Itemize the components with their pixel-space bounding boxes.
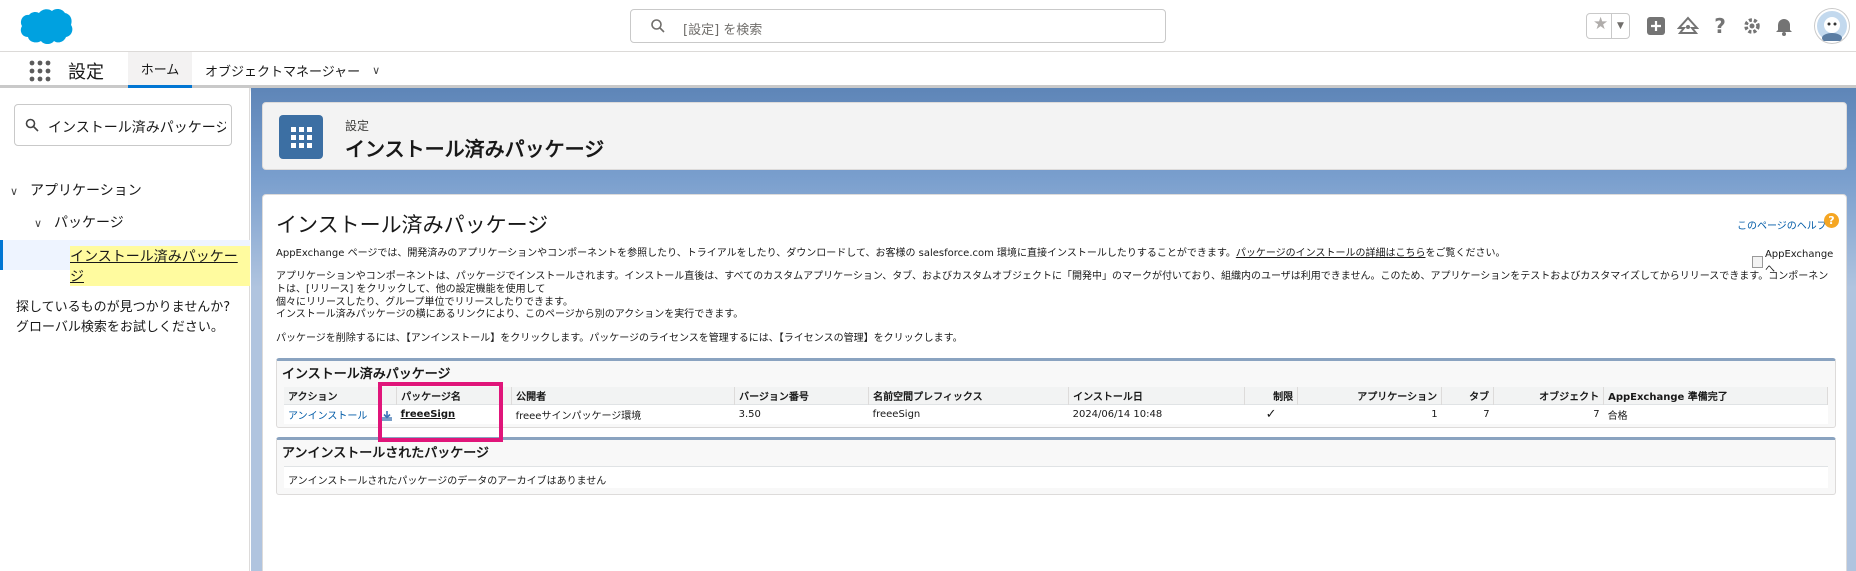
header-utilities: ★ ▼ ? xyxy=(1586,9,1856,43)
chevron-down-icon[interactable]: ∨ xyxy=(372,64,380,77)
global-actions-plus-icon[interactable] xyxy=(1644,9,1668,43)
favorites-button[interactable]: ★ ▼ xyxy=(1586,13,1630,39)
global-search-input[interactable]: [設定] を検索 xyxy=(630,9,1166,43)
components-paragraph-line1: アプリケーションやコンポーネントは、パッケージでインストールされます。インストー… xyxy=(276,271,1829,295)
setup-gear-icon[interactable] xyxy=(1740,9,1764,43)
highlight-box xyxy=(378,382,503,442)
avatar-image[interactable] xyxy=(1815,9,1849,43)
namespace-cell: freeeSign xyxy=(868,403,1069,424)
tree-item-packages-label: パッケージ xyxy=(54,215,124,231)
installed-packages-panel: インストール済みパッケージ アクション パッケージ名 公開者 バージョン番号 名… xyxy=(276,358,1836,428)
version-cell: 3.50 xyxy=(734,403,869,424)
trailhead-icon[interactable] xyxy=(1676,9,1700,43)
restricted-check-icon: ✓ xyxy=(1244,403,1298,424)
search-icon xyxy=(25,118,39,132)
apps-cell: 1 xyxy=(1297,403,1442,424)
app-nav-bar: 設定 ホーム オブジェクトマネージャー ∨ xyxy=(0,52,1856,88)
sidebar-help-text: 探しているものが見つかりませんか? グローバル検索をお試しください。 xyxy=(16,298,230,338)
help-icon[interactable]: ? xyxy=(1824,213,1839,228)
salesforce-logo[interactable] xyxy=(14,8,74,46)
uninstall-paragraph: パッケージを削除するには、【アンインストール】をクリックします。パッケージのライ… xyxy=(276,333,963,344)
publisher-cell: freeeサインパッケージ環境 xyxy=(511,403,735,424)
user-avatar[interactable] xyxy=(1814,9,1850,43)
installed-packages-table: アクション パッケージ名 公開者 バージョン番号 名前空間プレフィックス インス… xyxy=(284,387,1828,424)
objects-cell: 7 xyxy=(1493,403,1604,424)
chevron-down-icon[interactable]: ∨ xyxy=(34,217,48,230)
global-header: [設定] を検索 ★ ▼ ? xyxy=(0,0,1856,52)
broken-image-icon xyxy=(1752,256,1763,268)
tab-object-manager[interactable]: オブジェクトマネージャー ∨ xyxy=(205,52,380,88)
setup-sidebar: インストール済みパッケージ ∨ アプリケーション ∨ パッケージ インストール済みパ… xyxy=(0,88,250,571)
tree-item-applications-label: アプリケーション xyxy=(30,183,142,199)
quick-find-value: インストール済みパッケージ xyxy=(48,120,226,136)
app-launcher-icon[interactable] xyxy=(29,60,51,82)
favorites-star-icon[interactable]: ★ xyxy=(1593,14,1608,34)
page-title: インストール済みパッケージ xyxy=(345,137,605,161)
intro-paragraph: AppExchange ページでは、開発済みのアプリケーションやコンポーネントを… xyxy=(276,247,1836,260)
uninstalled-packages-panel: アンインストールされたパッケージ アンインストールされたパッケージのデータのアー… xyxy=(276,437,1836,495)
sidebar-help-line2: グローバル検索をお試しください。 xyxy=(16,320,224,335)
quick-find-input[interactable]: インストール済みパッケージ xyxy=(14,104,232,146)
col-header-apps: アプリケーション xyxy=(1297,387,1443,404)
col-header-namespace: 名前空間プレフィックス xyxy=(868,387,1070,404)
col-header-objects: オブジェクト xyxy=(1493,387,1605,404)
intro-text: AppExchange ページでは、開発済みのアプリケーションやコンポーネントを… xyxy=(276,248,1236,259)
notifications-bell-icon[interactable] xyxy=(1772,9,1796,43)
breadcrumb[interactable]: 設定 xyxy=(345,117,369,134)
selection-indicator xyxy=(0,240,3,270)
tree-item-packages[interactable]: ∨ パッケージ xyxy=(34,212,124,232)
table-header-row: アクション パッケージ名 公開者 バージョン番号 名前空間プレフィックス インス… xyxy=(284,387,1828,404)
appexchange-ready-cell: 合格 xyxy=(1603,403,1828,424)
sidebar-help-line1: 探しているものが見つかりませんか? xyxy=(16,300,231,315)
intro-suffix: をご覧ください。 xyxy=(1425,248,1506,259)
empty-message: アンインストールされたパッケージのデータのアーカイブはありません xyxy=(284,466,1828,488)
components-paragraph: アプリケーションやコンポーネントは、パッケージでインストールされます。インストー… xyxy=(276,270,1836,309)
uninstalled-panel-title: アンインストールされたパッケージ xyxy=(282,446,489,461)
main-content-area: 設定 インストール済みパッケージ インストール済みパッケージ このページのヘルプ… xyxy=(251,88,1856,571)
tree-item-installed-packages-label: インストール済みパッケージ xyxy=(70,246,250,286)
col-header-publisher: 公開者 xyxy=(511,387,736,404)
tree-item-applications[interactable]: ∨ アプリケーション xyxy=(10,180,142,200)
actions-paragraph: インストール済みパッケージの横にあるリンクにより、このページから別のアクションを… xyxy=(276,309,744,320)
col-header-tabs: タブ xyxy=(1441,387,1495,404)
help-link[interactable]: このページのヘルプ xyxy=(1737,217,1827,232)
col-header-version: バージョン番号 xyxy=(734,387,870,404)
col-header-restricted: 制限 xyxy=(1244,387,1299,404)
help-icon[interactable]: ? xyxy=(1708,9,1732,43)
search-placeholder: [設定] を検索 xyxy=(683,23,763,38)
tree-item-installed-packages[interactable]: インストール済みパッケージ xyxy=(0,240,250,286)
tab-object-manager-label: オブジェクトマネージャー xyxy=(205,64,361,80)
install-details-link[interactable]: パッケージのインストールの詳細はこちら xyxy=(1236,248,1426,259)
page-header: 設定 インストール済みパッケージ xyxy=(262,102,1847,170)
col-header-install-date: インストール日 xyxy=(1068,387,1246,404)
app-name: 設定 xyxy=(68,62,104,83)
chevron-down-icon[interactable]: ∨ xyxy=(10,185,24,198)
tabs-cell: 7 xyxy=(1441,403,1494,424)
installed-panel-title: インストール済みパッケージ xyxy=(282,367,451,382)
favorites-dropdown-icon[interactable]: ▼ xyxy=(1611,14,1629,38)
table-row: アンインストール freeeSign freeeサインパッケージ環境 3.50 … xyxy=(284,403,1828,424)
install-date-cell: 2024/06/14 10:48 xyxy=(1068,403,1245,424)
uninstall-link[interactable]: アンインストール xyxy=(288,411,367,422)
col-header-appexchange-ready: AppExchange 準備完了 xyxy=(1603,387,1828,404)
tab-home[interactable]: ホーム xyxy=(128,52,192,88)
search-icon xyxy=(651,19,665,33)
content-title: インストール済みパッケージ xyxy=(276,213,549,237)
tab-home-label: ホーム xyxy=(140,63,180,78)
setup-app-icon xyxy=(279,115,323,159)
